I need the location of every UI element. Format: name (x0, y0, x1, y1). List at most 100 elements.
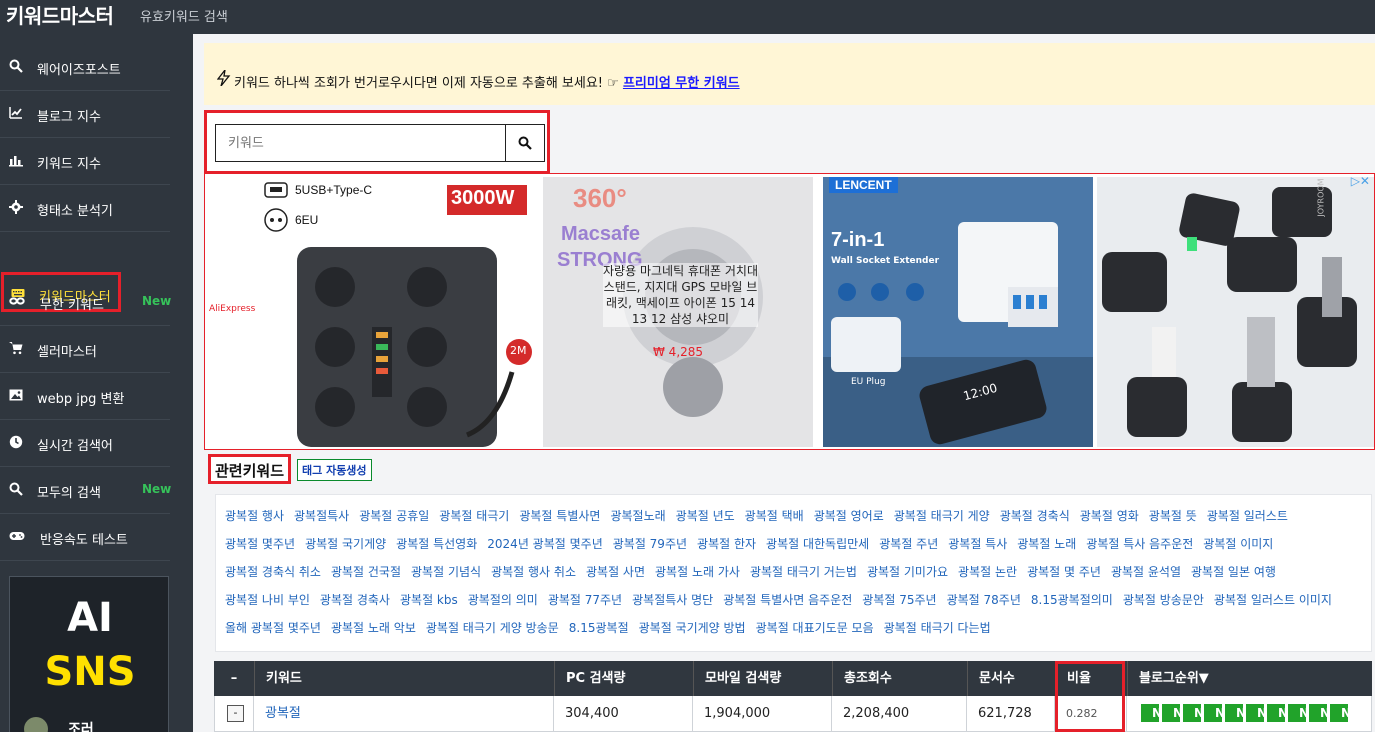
related-keyword-link[interactable]: 광복절특사 (294, 509, 349, 523)
related-keyword-link[interactable]: 광복절 건국절 (331, 565, 401, 579)
ad-banner[interactable]: AliExpress 5USB+Type-C 6EU 3000W 2M 360°… (204, 173, 1375, 450)
table-cell-pc: 304,400 (554, 696, 693, 732)
related-keyword-link[interactable]: 광복절노래 (610, 509, 665, 523)
related-keyword-link[interactable]: 광복절 공휴일 (359, 509, 429, 523)
related-keyword-link[interactable]: 광복절 kbs (400, 593, 458, 607)
related-keyword-link[interactable]: 광복절 78주년 (947, 593, 1021, 607)
related-keyword-link[interactable]: 광복절 태극기 다는법 (884, 621, 991, 635)
related-keyword-link[interactable]: 광복절 년도 (676, 509, 735, 523)
related-keyword-link[interactable]: 광복절 사면 (586, 565, 645, 579)
clock-icon (9, 435, 23, 449)
sidebar-item-keyword-index[interactable]: 키워드 지수 (0, 138, 170, 185)
related-keyword-link[interactable]: 광복절 기념식 (411, 565, 481, 579)
related-keyword-link[interactable]: 광복절 기미가요 (867, 565, 948, 579)
related-keyword-link[interactable]: 광복절 행사 취소 (491, 565, 576, 579)
related-keyword-link[interactable]: 광복절 윤석열 (1111, 565, 1181, 579)
sidebar-item-morpheme-analyzer[interactable]: 형태소 분석기 (0, 185, 170, 232)
keyword-row: 광복절 나비 부인 광복절 경축사 광복절 kbs 광복절의 의미 광복절 77주년 광복… (225, 591, 1342, 608)
premium-keyword-link[interactable]: 프리미엄 무한 키워드 (623, 76, 740, 91)
sidebar-item-infinite-keyword[interactable]: 무한 키워드 New (0, 279, 171, 326)
related-keyword-link[interactable]: 광복절 논란 (958, 565, 1017, 579)
related-keywords-title: 관련키워드 (208, 454, 292, 484)
column-header-docs[interactable]: 문서수 (967, 661, 1055, 696)
ad-heading-360: 360° (573, 183, 627, 213)
related-keyword-link[interactable]: 광복절 나비 부인 (225, 593, 310, 607)
sidebar-item-label: webp jpg 변환 (37, 392, 125, 407)
related-keyword-link[interactable]: 광복절 75주년 (862, 593, 936, 607)
related-keyword-link[interactable]: 광복절 뜻 (1149, 509, 1197, 523)
related-keyword-link[interactable]: 광복절 태극기 거는법 (750, 565, 857, 579)
column-header-keyword[interactable]: 키워드 (254, 661, 554, 696)
related-keyword-link[interactable]: 광복절 경축식 취소 (225, 565, 321, 579)
sidebar-item-blog-index[interactable]: 블로그 지수 (0, 91, 170, 138)
keyword-search-input[interactable] (215, 124, 507, 162)
ad-choices-icon[interactable]: ▷✕ (1351, 174, 1370, 188)
related-keyword-link[interactable]: 광복절 특선영화 (396, 537, 477, 551)
header-label: 모바일 검색량 (705, 671, 782, 686)
related-keyword-link[interactable]: 광복절 특사 (948, 537, 1007, 551)
related-keyword-link[interactable]: 광복절 77주년 (548, 593, 622, 607)
naver-rank-badge: N (1183, 704, 1204, 722)
header-label: 문서수 (979, 671, 1015, 686)
related-keyword-link[interactable]: 8.15광복절 (569, 621, 629, 635)
sidebar-item-realtime-search[interactable]: 실시간 검색어 (0, 420, 170, 467)
keyword-link[interactable]: 광복절 (254, 706, 301, 721)
related-keyword-link[interactable]: 광복절 주년 (879, 537, 938, 551)
related-keyword-link[interactable]: 광복절 79주년 (613, 537, 687, 551)
related-keyword-link[interactable]: 광복절 태극기 (439, 509, 509, 523)
column-header-pc[interactable]: PC 검색량 (554, 661, 693, 696)
related-keyword-link[interactable]: 광복절 특별사면 음주운전 (723, 593, 852, 607)
sidebar-item-reaction-test[interactable]: 반응속도 테스트 (0, 514, 170, 561)
ai-sns-promo-banner[interactable]: AI SNS 조러 (9, 576, 169, 732)
related-keyword-link[interactable]: 광복절 태극기 게양 (894, 509, 990, 523)
sidebar-item-everyones-search[interactable]: 모두의 검색 New (0, 467, 171, 514)
related-keyword-link[interactable]: 광복절 노래 악보 (331, 621, 416, 635)
tag-autogen-button[interactable]: 태그 자동생성 (297, 459, 372, 481)
related-keyword-link[interactable]: 올해 광복절 몇주년 (225, 621, 321, 635)
column-header-mobile[interactable]: 모바일 검색량 (693, 661, 832, 696)
related-keyword-link[interactable]: 광복절 경축사 (320, 593, 390, 607)
related-keyword-link[interactable]: 2024년 광복절 몇주년 (487, 537, 602, 551)
sidebar-item-whereispost[interactable]: 웨어이즈포스트 (0, 44, 170, 91)
ad-tile-socket-extender[interactable]: LENCENT 7-in-1 Wall Socket Extender EU P… (823, 177, 1093, 447)
ad-tile-phone-mount[interactable]: 360° Macsafe STRONG 자량용 마그네틱 휴대폰 거치대 스탠드… (543, 177, 813, 447)
related-keyword-link[interactable]: 광복절의 의미 (468, 593, 538, 607)
column-header-blog-rank[interactable]: 블로그순위▼ (1127, 661, 1372, 696)
related-keyword-link[interactable]: 8.15광복절의미 (1031, 593, 1113, 607)
related-keyword-link[interactable]: 광복절 특사 음주운전 (1086, 537, 1193, 551)
mobile-volume: 1,904,000 (704, 706, 771, 721)
column-header-total[interactable]: 총조회수 (832, 661, 967, 696)
related-keyword-link[interactable]: 광복절 경축식 (1000, 509, 1070, 523)
main-content: 키워드 하나씩 조회가 번거로우시다면 이제 자동으로 추출해 보세요! ☞ 프… (193, 34, 1375, 732)
related-keyword-link[interactable]: 광복절 일러스트 이미지 (1214, 593, 1332, 607)
related-keyword-link[interactable]: 광복절 대한독립만세 (766, 537, 869, 551)
related-keyword-link[interactable]: 광복절 택배 (745, 509, 804, 523)
ad-brand-macsafe: Macsafe (561, 223, 640, 245)
related-keyword-link[interactable]: 광복절 노래 가사 (655, 565, 740, 579)
related-keyword-link[interactable]: 광복절 몇주년 (225, 537, 295, 551)
collapse-button[interactable]: - (227, 705, 244, 722)
related-keyword-link[interactable]: 광복절 행사 (225, 509, 284, 523)
ad-tile-power-strip[interactable]: 5USB+Type-C 6EU 3000W 2M (257, 177, 539, 447)
related-keyword-link[interactable]: 광복절 영어로 (814, 509, 884, 523)
related-keyword-link[interactable]: 광복절 이미지 (1203, 537, 1273, 551)
related-keyword-link[interactable]: 광복절 몇 주년 (1027, 565, 1101, 579)
related-keyword-link[interactable]: 광복절 영화 (1080, 509, 1139, 523)
related-keyword-link[interactable]: 광복절 한자 (697, 537, 756, 551)
related-keyword-link[interactable]: 광복절 방송문안 (1123, 593, 1204, 607)
sidebar-item-seller-master[interactable]: 셀러마스터 (0, 326, 170, 373)
search-button[interactable] (505, 124, 545, 162)
app-title[interactable]: 키워드마스터 (6, 0, 114, 29)
related-keyword-link[interactable]: 광복절 일본 여행 (1191, 565, 1276, 579)
related-keyword-link[interactable]: 광복절 일러스트 (1207, 509, 1288, 523)
related-keyword-link[interactable]: 광복절 노래 (1017, 537, 1076, 551)
sidebar-item-webp-converter[interactable]: webp jpg 변환 (0, 373, 170, 420)
ad-tile-cable-organizer[interactable]: JOYROOM (1097, 177, 1374, 447)
related-keyword-link[interactable]: 광복절 국기게양 (305, 537, 386, 551)
related-keyword-link[interactable]: 광복절 특별사면 (519, 509, 600, 523)
cable-organizer-image (1097, 177, 1374, 447)
related-keyword-link[interactable]: 광복절 대표기도문 모음 (756, 621, 874, 635)
related-keyword-link[interactable]: 광복절 국기게양 방법 (639, 621, 746, 635)
related-keyword-link[interactable]: 광복절 태극기 게양 방송문 (426, 621, 559, 635)
related-keyword-link[interactable]: 광복절특사 명단 (632, 593, 713, 607)
